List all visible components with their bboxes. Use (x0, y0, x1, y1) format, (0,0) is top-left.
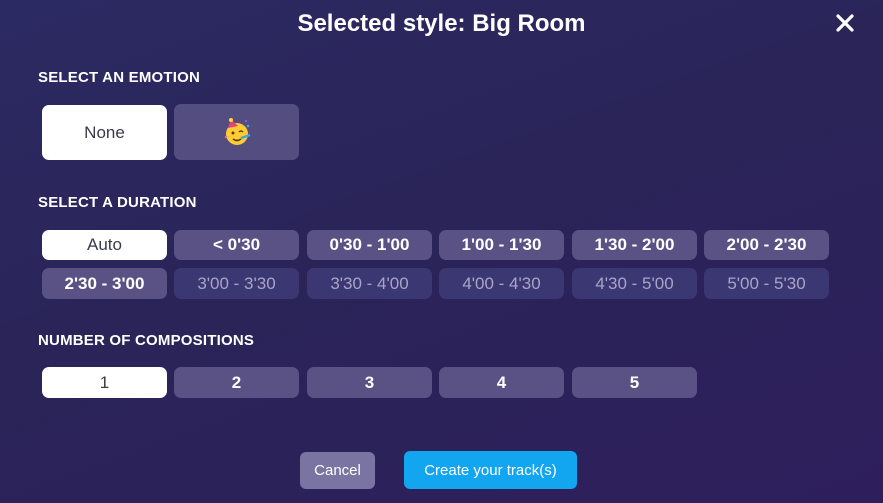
duration-option[interactable]: 1'00 - 1'30 (439, 230, 564, 260)
compositions-option-1[interactable]: 1 (42, 367, 167, 398)
duration-option[interactable]: 0'30 - 1'00 (307, 230, 432, 260)
duration-option[interactable]: 2'00 - 2'30 (704, 230, 829, 260)
modal-title: Selected style: Big Room (297, 10, 586, 37)
duration-option-disabled: 4'30 - 5'00 (572, 268, 697, 299)
compositions-option-3[interactable]: 3 (307, 367, 432, 398)
compositions-option-2[interactable]: 2 (174, 367, 299, 398)
duration-option[interactable]: 1'30 - 2'00 (572, 230, 697, 260)
duration-option-disabled: 4'00 - 4'30 (439, 268, 564, 299)
duration-option-disabled: 5'00 - 5'30 (704, 268, 829, 299)
duration-option-disabled: 3'00 - 3'30 (174, 268, 299, 299)
compositions-option-4[interactable]: 4 (439, 367, 564, 398)
emotion-option-none[interactable]: None (42, 105, 167, 160)
create-tracks-button[interactable]: Create your track(s) (404, 451, 577, 489)
duration-option[interactable]: < 0'30 (174, 230, 299, 260)
duration-option-disabled: 3'30 - 4'00 (307, 268, 432, 299)
duration-section-label: SELECT A DURATION (38, 194, 197, 211)
close-icon[interactable] (832, 10, 858, 36)
party-face-icon (224, 118, 250, 145)
cancel-button[interactable]: Cancel (300, 452, 375, 489)
compositions-section-label: NUMBER OF COMPOSITIONS (38, 332, 255, 349)
duration-option[interactable]: 2'30 - 3'00 (42, 268, 167, 299)
emotion-section-label: SELECT AN EMOTION (38, 69, 201, 86)
compositions-option-5[interactable]: 5 (572, 367, 697, 398)
emotion-option-party[interactable] (174, 104, 299, 160)
duration-option-auto[interactable]: Auto (42, 230, 167, 260)
